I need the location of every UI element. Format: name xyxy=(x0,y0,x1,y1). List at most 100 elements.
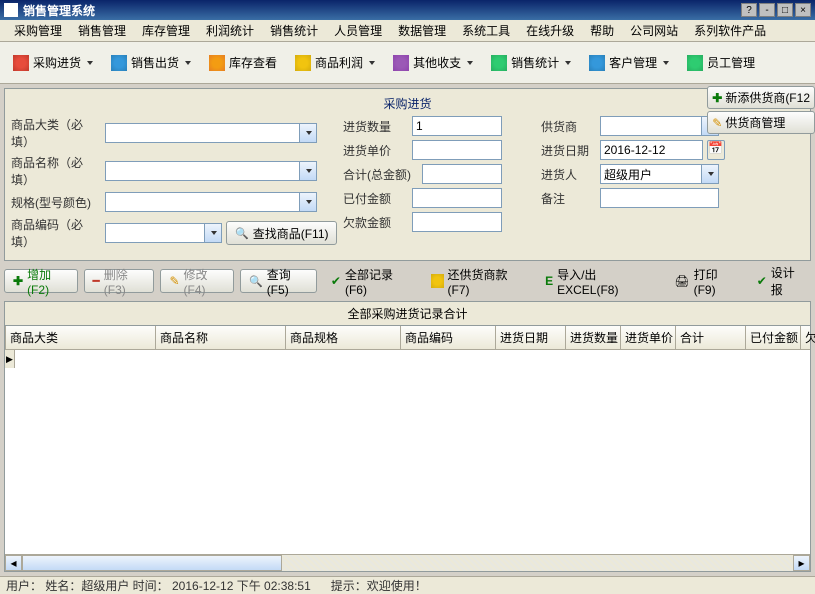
date-picker-button[interactable]: 📅 xyxy=(707,140,725,160)
price-input[interactable] xyxy=(412,140,502,160)
title-bar: 销售管理系统 ? - □ × xyxy=(0,0,815,20)
all-records-button[interactable]: ✔全部记录(F6) xyxy=(323,269,417,293)
menu-item-6[interactable]: 数据管理 xyxy=(390,20,454,41)
paid-input[interactable] xyxy=(412,188,502,208)
manage-supplier-button[interactable]: ✎供货商管理 xyxy=(707,111,815,134)
toolbar-button-4[interactable]: 其他收支 xyxy=(386,50,480,75)
menu-item-4[interactable]: 销售统计 xyxy=(262,20,326,41)
chevron-down-icon xyxy=(467,61,473,65)
toolbar-button-2[interactable]: 库存查看 xyxy=(202,50,284,75)
add-button[interactable]: ✚增加(F2) xyxy=(4,269,78,293)
menu-item-5[interactable]: 人员管理 xyxy=(326,20,390,41)
print-button[interactable]: 🖨打印(F9) xyxy=(666,269,742,293)
plus-icon: ✚ xyxy=(712,91,722,105)
buyer-dropdown[interactable] xyxy=(702,164,719,184)
toolbar-button-0[interactable]: 采购进货 xyxy=(6,50,100,75)
menu-item-11[interactable]: 系列软件产品 xyxy=(686,20,774,41)
modify-button[interactable]: ✎修改(F4) xyxy=(160,269,234,293)
search-icon: 🔍 xyxy=(249,275,263,288)
menu-item-10[interactable]: 公司网站 xyxy=(622,20,686,41)
code-label: 商品编码（必填） xyxy=(11,216,101,250)
toolbar-button-1[interactable]: 销售出货 xyxy=(104,50,198,75)
column-header-6[interactable]: 进货单价 xyxy=(621,326,676,349)
qty-label: 进货数量 xyxy=(343,118,408,135)
buyer-label: 进货人 xyxy=(541,166,596,183)
help-button[interactable]: ? xyxy=(741,3,757,17)
toolbar-button-5[interactable]: 销售统计 xyxy=(484,50,578,75)
owe-input[interactable] xyxy=(412,212,502,232)
status-user: 用户： 姓名：超级用户 时间： 2016-12-12 下午 02:38:51 xyxy=(6,577,311,594)
toolbar-icon xyxy=(111,55,127,71)
toolbar-button-3[interactable]: 商品利润 xyxy=(288,50,382,75)
menu-item-2[interactable]: 库存管理 xyxy=(134,20,198,41)
horizontal-scrollbar[interactable]: ◂ ▸ xyxy=(5,554,810,571)
excel-icon: E xyxy=(545,274,553,288)
supplier-input[interactable] xyxy=(600,116,702,136)
pencil-icon: ✎ xyxy=(169,274,179,288)
add-supplier-button[interactable]: ✚新添供货商(F12 xyxy=(707,86,815,109)
price-label: 进货单价 xyxy=(343,142,408,159)
minimize-button[interactable]: - xyxy=(759,3,775,17)
chevron-down-icon xyxy=(87,61,93,65)
find-product-button[interactable]: 🔍查找商品(F11) xyxy=(226,221,337,245)
code-input[interactable] xyxy=(105,223,205,243)
repay-button[interactable]: 还供货商款(F7) xyxy=(423,269,531,293)
menu-item-0[interactable]: 采购管理 xyxy=(6,20,70,41)
column-header-2[interactable]: 商品规格 xyxy=(286,326,401,349)
qty-input[interactable] xyxy=(412,116,502,136)
query-button[interactable]: 🔍查询(F5) xyxy=(240,269,317,293)
column-header-3[interactable]: 商品编码 xyxy=(401,326,496,349)
category-label: 商品大类（必填） xyxy=(11,116,101,150)
plus-icon: ✚ xyxy=(13,274,23,288)
print-icon: 🖨 xyxy=(674,274,689,288)
pencil-icon: ✎ xyxy=(712,116,722,130)
name-dropdown[interactable] xyxy=(300,161,317,181)
code-dropdown[interactable] xyxy=(205,223,222,243)
app-title: 销售管理系统 xyxy=(23,2,739,19)
remark-label: 备注 xyxy=(541,190,596,207)
paid-label: 已付金额 xyxy=(343,190,408,207)
scroll-right-button[interactable]: ▸ xyxy=(793,555,810,571)
remark-input[interactable] xyxy=(600,188,719,208)
scroll-track[interactable] xyxy=(22,555,793,571)
column-header-0[interactable]: 商品大类 xyxy=(6,326,156,349)
category-dropdown[interactable] xyxy=(300,123,317,143)
supplier-label: 供货商 xyxy=(541,118,596,135)
table-title: 全部采购进货记录合计 xyxy=(5,302,810,326)
column-header-1[interactable]: 商品名称 xyxy=(156,326,286,349)
menu-item-9[interactable]: 帮助 xyxy=(582,20,622,41)
column-header-4[interactable]: 进货日期 xyxy=(496,326,566,349)
toolbar-button-6[interactable]: 客户管理 xyxy=(582,50,676,75)
buyer-input[interactable] xyxy=(600,164,702,184)
owe-label: 欠款金额 xyxy=(343,214,408,231)
column-header-5[interactable]: 进货数量 xyxy=(566,326,621,349)
toolbar-icon xyxy=(393,55,409,71)
total-label: 合计(总金额) xyxy=(343,166,418,183)
delete-button[interactable]: ━删除(F3) xyxy=(84,269,155,293)
date-input[interactable] xyxy=(600,140,703,160)
maximize-button[interactable]: □ xyxy=(777,3,793,17)
column-header-9[interactable]: 欠款 xyxy=(801,326,815,349)
menu-item-7[interactable]: 系统工具 xyxy=(454,20,518,41)
column-header-7[interactable]: 合计 xyxy=(676,326,746,349)
scroll-thumb[interactable] xyxy=(22,555,282,571)
close-button[interactable]: × xyxy=(795,3,811,17)
menu-item-1[interactable]: 销售管理 xyxy=(70,20,134,41)
name-input[interactable] xyxy=(105,161,300,181)
menu-item-3[interactable]: 利润统计 xyxy=(198,20,262,41)
toolbar-button-7[interactable]: 员工管理 xyxy=(680,50,762,75)
chevron-down-icon xyxy=(663,61,669,65)
excel-button[interactable]: E导入/出 EXCEL(F8) xyxy=(537,269,660,293)
scroll-left-button[interactable]: ◂ xyxy=(5,555,22,571)
spec-input[interactable] xyxy=(105,192,300,212)
toolbar-icon xyxy=(687,55,703,71)
design-button[interactable]: ✔设计报 xyxy=(749,269,811,293)
toolbar-icon xyxy=(295,55,311,71)
total-input[interactable] xyxy=(422,164,502,184)
column-header-8[interactable]: 已付金额 xyxy=(746,326,801,349)
table-body[interactable]: ▶ xyxy=(5,350,810,554)
menu-item-8[interactable]: 在线升级 xyxy=(518,20,582,41)
category-input[interactable] xyxy=(105,123,300,143)
app-icon xyxy=(4,3,18,17)
spec-dropdown[interactable] xyxy=(300,192,317,212)
